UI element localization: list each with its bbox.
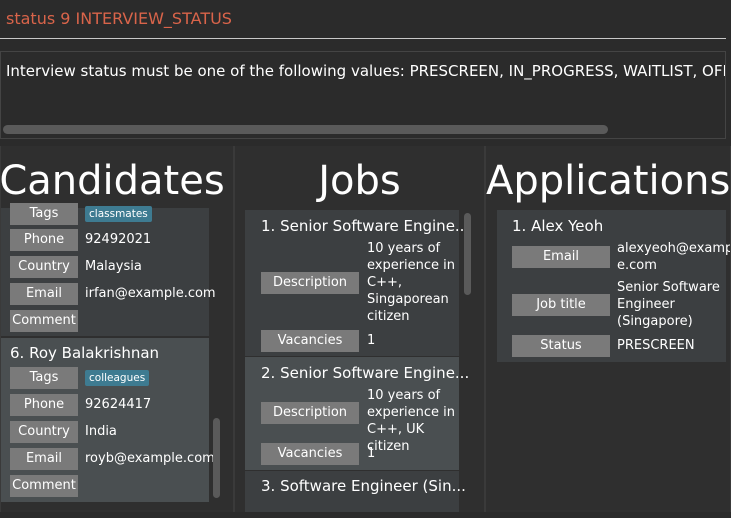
comment-button[interactable]: Comment <box>10 310 78 332</box>
job-title: 3. Software Engineer (Sin... <box>261 477 466 495</box>
application-title: 1. Alex Yeoh <box>512 217 604 235</box>
tags-label: Tags <box>10 367 78 389</box>
email-value: alexyeoh@exampl e.com <box>617 241 731 273</box>
phone-value: 92492021 <box>85 232 152 247</box>
description-value: 10 years of experience in C++, Singapore… <box>367 241 456 324</box>
description-label: Description <box>261 272 359 294</box>
phone-value: 92624417 <box>85 397 152 412</box>
phone-label: Phone <box>10 229 78 251</box>
candidates-title: Candidates <box>0 158 225 204</box>
job-card-1[interactable]: 1. Senior Software Engine... Description… <box>245 210 469 356</box>
applications-title: Applications <box>486 158 731 204</box>
job-title: 1. Senior Software Engine... <box>261 217 470 235</box>
candidates-vertical-scrollbar[interactable] <box>213 418 220 498</box>
application-card-1[interactable]: 1. Alex Yeoh Email alexyeoh@exampl e.com… <box>497 210 730 362</box>
candidates-panel: Candidates Tags classmates Phone 9249202… <box>0 146 234 512</box>
tag-badge: classmates <box>85 206 152 222</box>
applications-panel: Applications 1. Alex Yeoh Email alexyeoh… <box>485 146 731 512</box>
command-box[interactable]: status 9 INTERVIEW_STATUS <box>0 0 731 46</box>
candidate-name: 6. Roy Balakrishnan <box>10 344 160 362</box>
email-value: irfan@example.com <box>85 286 216 301</box>
description-label: Description <box>261 402 359 424</box>
result-horizontal-scrollbar[interactable] <box>3 125 608 134</box>
vacancies-label: Vacancies <box>261 443 359 465</box>
job-card-3[interactable]: 3. Software Engineer (Sin... <box>245 471 466 512</box>
country-value: India <box>85 424 117 439</box>
job-title: 2. Senior Software Engine... <box>261 364 470 382</box>
candidate-card-6[interactable]: 6. Roy Balakrishnan Tags colleagues Phon… <box>1 338 215 502</box>
job-title-label: Job title <box>512 294 610 316</box>
vacancies-label: Vacancies <box>261 330 359 352</box>
country-value: Malaysia <box>85 259 142 274</box>
result-display: Interview status must be one of the foll… <box>0 51 726 139</box>
result-message: Interview status must be one of the foll… <box>6 62 726 80</box>
jobs-panel: Jobs 1. Senior Software Engine... Descri… <box>234 146 485 512</box>
tags-label: Tags <box>10 203 78 225</box>
job-card-2[interactable]: 2. Senior Software Engine... Description… <box>245 357 469 470</box>
comment-button[interactable]: Comment <box>10 475 78 497</box>
jobs-vertical-scrollbar[interactable] <box>464 213 471 295</box>
phone-label: Phone <box>10 394 78 416</box>
email-value: royb@example.com <box>85 451 215 466</box>
vacancies-value: 1 <box>367 333 376 348</box>
command-underline <box>0 38 726 39</box>
job-title-value: Senior Software Engineer (Singapore) <box>617 280 720 329</box>
vacancies-value: 1 <box>367 446 376 461</box>
status-label: Status <box>512 335 610 357</box>
email-label: Email <box>512 246 610 268</box>
command-input[interactable]: status 9 INTERVIEW_STATUS <box>6 9 232 28</box>
country-label: Country <box>10 256 78 278</box>
email-label: Email <box>10 283 78 305</box>
status-value: PRESCREEN <box>617 338 695 353</box>
jobs-title: Jobs <box>318 158 401 204</box>
email-label: Email <box>10 448 78 470</box>
candidate-card-partial[interactable]: Tags classmates Phone 92492021 Country M… <box>1 203 216 336</box>
tag-badge: colleagues <box>85 370 150 386</box>
country-label: Country <box>10 421 78 443</box>
description-value: 10 years of experience in C++, UK citize… <box>367 388 456 454</box>
